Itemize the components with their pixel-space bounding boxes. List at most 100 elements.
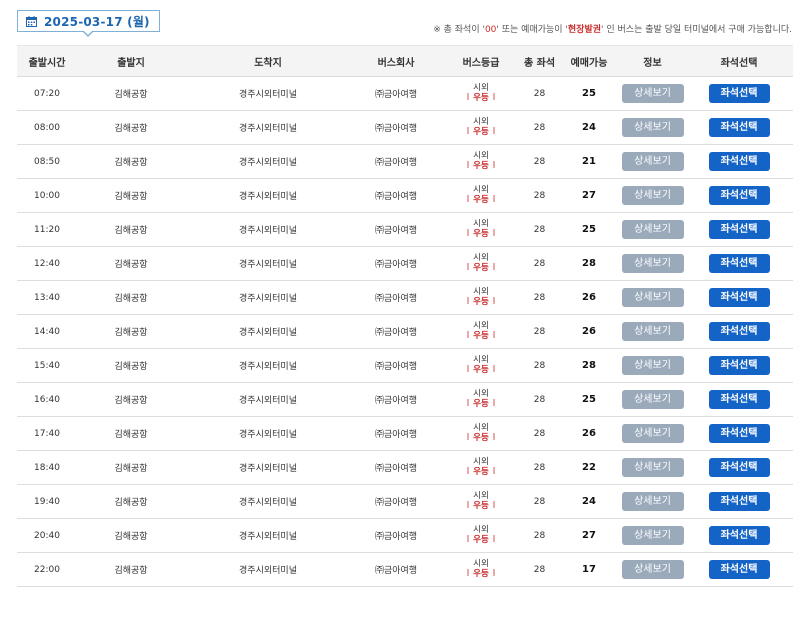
destination-terminal: 경주시외터미널 [239, 532, 297, 542]
destination-terminal: 경주시외터미널 [239, 192, 297, 202]
seat-select-button[interactable]: 좌석선택 [708, 424, 770, 443]
seat-select-button[interactable]: 좌석선택 [708, 220, 770, 239]
origin-terminal: 김해공항 [114, 124, 148, 134]
seat-select-button[interactable]: 좌석선택 [708, 356, 770, 375]
bus-grade-cell: 시외 우등 [441, 353, 521, 378]
total-seats: 28 [533, 156, 546, 167]
shiwoe-premium-grade-icon: 시외 우등 [462, 285, 500, 307]
bus-grade-cell: 시외 우등 [441, 489, 521, 514]
grade-emblem: 시외 우등 [467, 252, 495, 273]
bus-grade-cell: 시외 우등 [441, 183, 521, 208]
svg-text:시외: 시외 [473, 116, 489, 127]
departure-time: 22:00 [34, 564, 60, 575]
bus-grade-cell: 시외 우등 [441, 455, 521, 480]
seat-select-cell: 좌석선택 [685, 560, 793, 579]
detail-button[interactable]: 상세보기 [621, 84, 684, 103]
shiwoe-premium-grade-icon: 시외 우등 [462, 557, 500, 579]
destination-terminal: 경주시외터미널 [239, 396, 297, 406]
bus-grade-cell: 시외 우등 [441, 557, 521, 582]
total-seats: 28 [533, 394, 546, 405]
available-seats: 22 [582, 462, 596, 473]
table-row: 07:20 김해공항 경주시외터미널 ㈜금아여행 시외 우등 28 25 상세보… [17, 77, 793, 111]
seat-select-button[interactable]: 좌석선택 [708, 390, 770, 409]
svg-text:시외: 시외 [473, 490, 489, 501]
detail-button[interactable]: 상세보기 [621, 458, 684, 477]
destination-terminal: 경주시외터미널 [239, 464, 297, 474]
available-seats: 24 [582, 496, 596, 507]
svg-text:우등: 우등 [473, 501, 489, 511]
departure-time: 13:40 [34, 292, 60, 303]
detail-button[interactable]: 상세보기 [621, 118, 684, 137]
detail-button[interactable]: 상세보기 [621, 186, 684, 205]
bus-grade-cell: 시외 우등 [441, 115, 521, 140]
seat-select-button[interactable]: 좌석선택 [708, 322, 770, 341]
shiwoe-premium-grade-icon: 시외 우등 [462, 115, 500, 137]
seat-select-cell: 좌석선택 [685, 288, 793, 307]
destination-terminal: 경주시외터미널 [239, 566, 297, 576]
detail-button[interactable]: 상세보기 [621, 492, 684, 511]
info-cell: 상세보기 [620, 322, 685, 341]
calendar-icon [26, 15, 37, 27]
bus-company: ㈜금아여행 [374, 124, 418, 134]
svg-text:시외: 시외 [473, 150, 489, 161]
bus-grade-cell: 시외 우등 [441, 285, 521, 310]
date-selector[interactable]: 2025-03-17 (월) [17, 10, 160, 37]
seat-select-button[interactable]: 좌석선택 [708, 118, 770, 137]
svg-text:우등: 우등 [473, 331, 489, 341]
table-row: 14:40 김해공항 경주시외터미널 ㈜금아여행 시외 우등 28 26 상세보… [17, 315, 793, 349]
svg-text:우등: 우등 [473, 161, 489, 171]
bus-company: ㈜금아여행 [374, 430, 418, 440]
detail-button[interactable]: 상세보기 [621, 560, 684, 579]
bus-company: ㈜금아여행 [374, 396, 418, 406]
svg-text:우등: 우등 [473, 93, 489, 103]
shiwoe-premium-grade-icon: 시외 우등 [462, 523, 500, 545]
detail-button[interactable]: 상세보기 [621, 220, 684, 239]
shiwoe-premium-grade-icon: 시외 우등 [462, 387, 500, 409]
available-seats: 25 [582, 88, 596, 99]
origin-terminal: 김해공항 [114, 158, 148, 168]
seat-select-button[interactable]: 좌석선택 [708, 560, 770, 579]
total-seats: 28 [533, 428, 546, 439]
available-seats: 21 [582, 156, 596, 167]
detail-button[interactable]: 상세보기 [621, 288, 684, 307]
seat-select-cell: 좌석선택 [685, 220, 793, 239]
svg-text:우등: 우등 [473, 433, 489, 443]
header-seat-select: 좌석선택 [720, 57, 758, 69]
departure-time: 19:40 [34, 496, 60, 507]
seat-select-button[interactable]: 좌석선택 [708, 288, 770, 307]
detail-button[interactable]: 상세보기 [621, 322, 684, 341]
departure-time: 10:00 [34, 190, 60, 201]
bus-company: ㈜금아여행 [374, 226, 418, 236]
destination-terminal: 경주시외터미널 [239, 430, 297, 440]
origin-terminal: 김해공항 [114, 226, 148, 236]
table-row: 11:20 김해공항 경주시외터미널 ㈜금아여행 시외 우등 28 25 상세보… [17, 213, 793, 247]
seat-select-button[interactable]: 좌석선택 [708, 186, 770, 205]
seat-select-button[interactable]: 좌석선택 [708, 526, 770, 545]
departure-time: 11:20 [34, 224, 60, 235]
svg-text:시외: 시외 [473, 218, 489, 229]
destination-terminal: 경주시외터미널 [239, 124, 297, 134]
seat-select-button[interactable]: 좌석선택 [708, 254, 770, 273]
header-departure-time: 출발시간 [28, 57, 66, 69]
detail-button[interactable]: 상세보기 [621, 152, 684, 171]
total-seats: 28 [533, 292, 546, 303]
detail-button[interactable]: 상세보기 [621, 390, 684, 409]
seat-select-button[interactable]: 좌석선택 [708, 492, 770, 511]
seat-select-cell: 좌석선택 [685, 526, 793, 545]
bus-company: ㈜금아여행 [374, 498, 418, 508]
seat-select-button[interactable]: 좌석선택 [708, 84, 770, 103]
shiwoe-premium-grade-icon: 시외 우등 [462, 421, 500, 443]
table-row: 20:40 김해공항 경주시외터미널 ㈜금아여행 시외 우등 28 27 상세보… [17, 519, 793, 553]
detail-button[interactable]: 상세보기 [621, 254, 684, 273]
bus-grade-cell: 시외 우등 [441, 387, 521, 412]
seat-select-button[interactable]: 좌석선택 [708, 152, 770, 171]
table-row: 12:40 김해공항 경주시외터미널 ㈜금아여행 시외 우등 28 28 상세보… [17, 247, 793, 281]
detail-button[interactable]: 상세보기 [621, 526, 684, 545]
detail-button[interactable]: 상세보기 [621, 356, 684, 375]
seat-select-button[interactable]: 좌석선택 [708, 458, 770, 477]
table-row: 08:50 김해공항 경주시외터미널 ㈜금아여행 시외 우등 28 21 상세보… [17, 145, 793, 179]
grade-emblem: 시외 우등 [467, 388, 495, 409]
available-seats: 28 [582, 360, 596, 371]
detail-button[interactable]: 상세보기 [621, 424, 684, 443]
destination-terminal: 경주시외터미널 [239, 498, 297, 508]
